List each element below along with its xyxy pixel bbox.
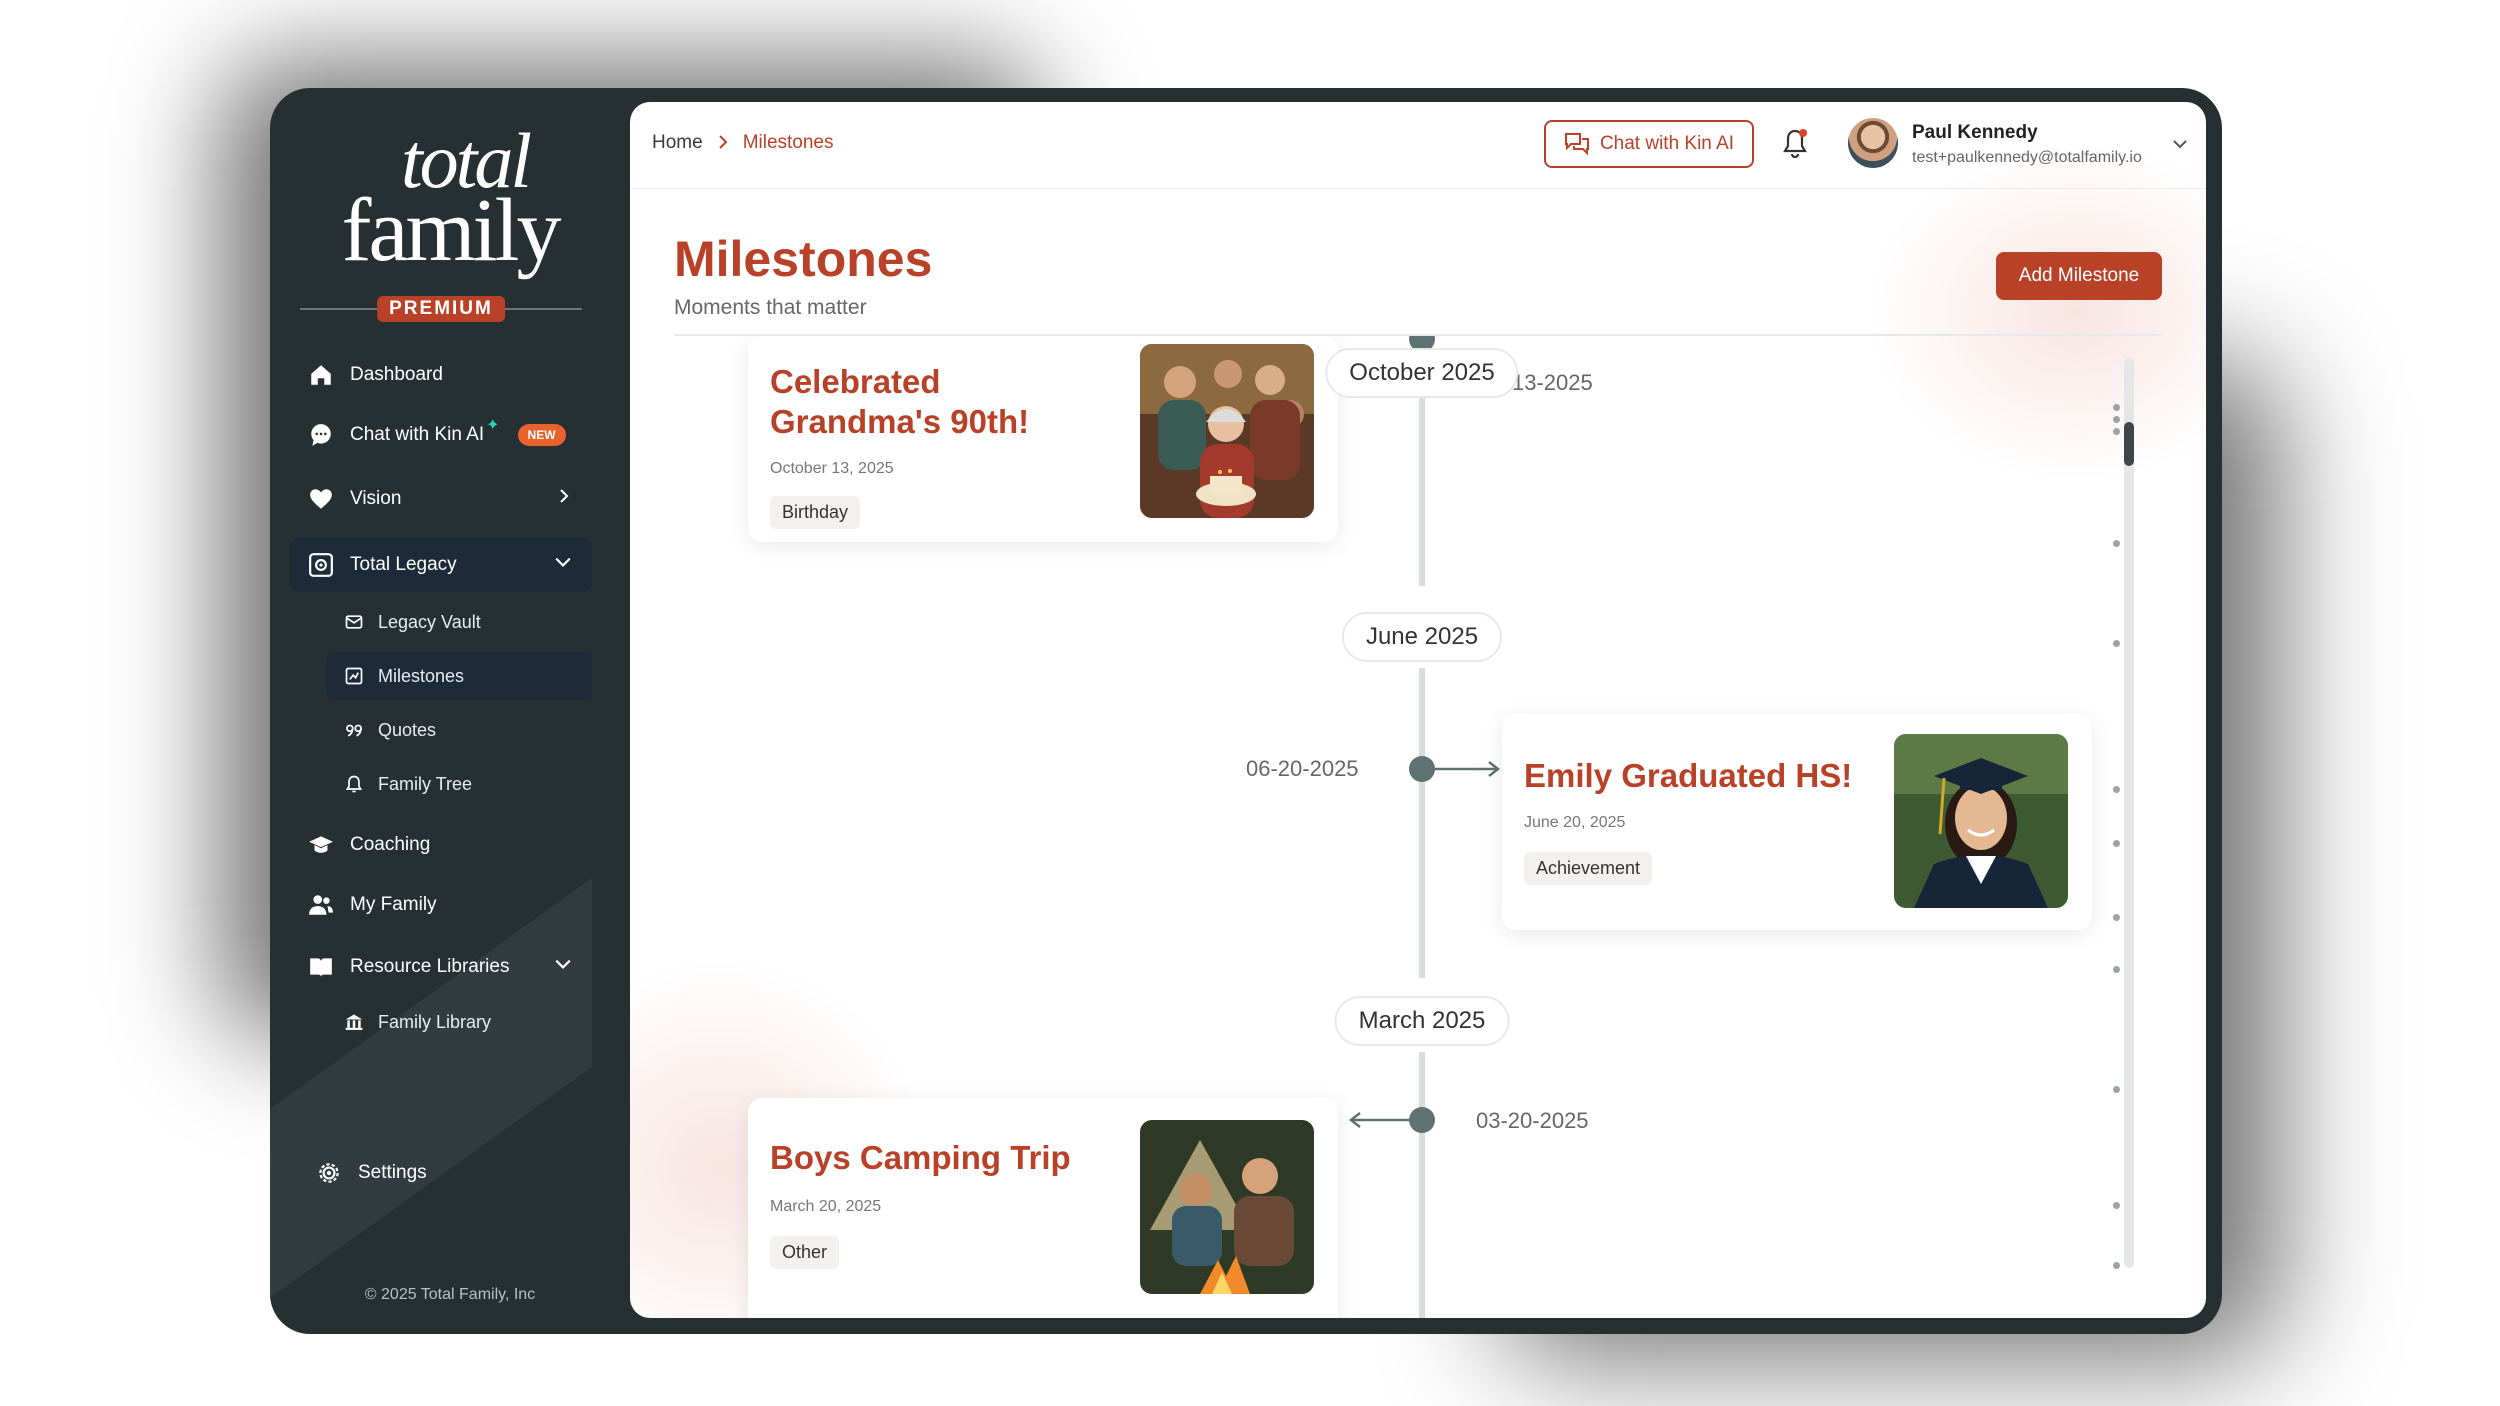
timeline-marker[interactable] xyxy=(2113,1086,2120,1093)
milestone-photo[interactable] xyxy=(1140,1120,1314,1294)
users-icon xyxy=(306,890,336,920)
milestone-tag: Achievement xyxy=(1524,852,1653,885)
gear-icon xyxy=(314,1158,344,1188)
sidebar-item-resource-libraries[interactable]: Resource Libraries xyxy=(290,940,592,994)
timeline-marker[interactable] xyxy=(2113,966,2120,973)
milestone-card[interactable]: Boys Camping Trip March 20, 2025 Other xyxy=(748,1098,1338,1318)
chevron-down-icon xyxy=(554,955,572,979)
sidebar-item-chat-kin-ai[interactable]: Chat with Kin AI ✦ NEW xyxy=(290,408,592,462)
sidebar-item-my-family[interactable]: My Family xyxy=(290,878,592,932)
milestone-title: Emily Graduated HS! xyxy=(1524,757,1853,794)
sidebar-item-vision[interactable]: Vision xyxy=(290,472,592,526)
sidebar-subitem-family-tree[interactable]: Family Tree xyxy=(326,760,592,808)
chevron-right-icon xyxy=(717,133,729,154)
chevron-down-icon xyxy=(554,553,572,577)
breadcrumb-home[interactable]: Home xyxy=(652,132,703,154)
timeline-marker[interactable] xyxy=(2113,1202,2120,1209)
timeline-marker[interactable] xyxy=(2113,404,2120,411)
timeline-marker[interactable] xyxy=(2113,1262,2120,1269)
timeline-marker[interactable] xyxy=(2113,786,2120,793)
chat-icon xyxy=(1564,132,1590,156)
timeline-marker[interactable] xyxy=(2113,640,2120,647)
month-label: March 2025 xyxy=(1334,996,1510,1046)
arrow-left-icon xyxy=(1348,1112,1412,1128)
vault-icon xyxy=(306,550,336,580)
page-title: Milestones xyxy=(674,231,933,287)
sidebar-item-total-legacy[interactable]: Total Legacy xyxy=(290,538,592,592)
milestone-icon xyxy=(342,664,366,688)
user-email: test+paulkennedy@totalfamily.io xyxy=(1912,149,2142,166)
app-window: total family PREMIUM Dashboard Chat with… xyxy=(270,88,2222,1334)
chevron-right-icon xyxy=(556,488,572,510)
timeline-marker[interactable] xyxy=(2113,416,2120,423)
sidebar-item-dashboard[interactable]: Dashboard xyxy=(290,348,592,402)
sidebar-subitem-milestones[interactable]: Milestones xyxy=(326,652,592,700)
quote-icon xyxy=(342,718,366,742)
timeline-node[interactable] xyxy=(1409,756,1435,782)
user-name: Paul Kennedy xyxy=(1912,122,2038,143)
timeline-marker[interactable] xyxy=(2113,840,2120,847)
avatar[interactable] xyxy=(1848,118,1898,168)
timeline-node[interactable] xyxy=(1409,1107,1435,1133)
milestone-tag: Birthday xyxy=(770,496,861,529)
milestone-date-short: 13-2025 xyxy=(1512,370,1593,395)
milestone-title: Boys Camping Trip xyxy=(770,1139,1071,1176)
milestone-timeline[interactable]: 13-2025 Celebrated Grandma's 90th! Octob… xyxy=(630,336,2130,1318)
building-icon xyxy=(342,1010,366,1034)
milestone-card[interactable]: Emily Graduated HS! June 20, 2025 Achiev… xyxy=(1502,714,2092,930)
total-family-logo[interactable]: total family xyxy=(270,122,630,276)
sidebar: total family PREMIUM Dashboard Chat with… xyxy=(270,88,630,1334)
top-bar: Home Milestones Chat with Kin AI Paul Ke… xyxy=(630,102,2206,189)
copyright-text: © 2025 Total Family, Inc xyxy=(364,1286,536,1303)
new-badge: NEW xyxy=(517,424,566,446)
timeline-marker[interactable] xyxy=(2113,540,2120,547)
sidebar-item-coaching[interactable]: Coaching xyxy=(290,818,592,872)
chat-kin-ai-button[interactable]: Chat with Kin AI xyxy=(1544,120,1754,168)
milestone-photo[interactable] xyxy=(1140,344,1314,518)
book-icon xyxy=(306,952,336,982)
timeline-line xyxy=(1419,1052,1425,1318)
sidebar-subitem-family-library[interactable]: Family Library xyxy=(326,998,592,1046)
sidebar-subitem-legacy-vault[interactable]: Legacy Vault xyxy=(326,598,592,646)
month-label: June 2025 xyxy=(1341,612,1503,662)
sparkle-icon: ✦ xyxy=(486,417,500,434)
home-icon xyxy=(306,360,336,390)
milestone-date: October 13, 2025 xyxy=(770,460,894,477)
envelope-icon xyxy=(342,610,366,634)
premium-badge: PREMIUM xyxy=(377,296,505,322)
page-subtitle: Moments that matter xyxy=(674,296,867,319)
user-menu-chevron-icon[interactable] xyxy=(2172,136,2188,157)
premium-divider: PREMIUM xyxy=(300,296,582,322)
scrollbar-thumb[interactable] xyxy=(2124,422,2134,466)
notification-bell-icon[interactable] xyxy=(1780,128,1810,165)
sidebar-item-settings[interactable]: Settings xyxy=(290,1146,592,1200)
month-label: October 2025 xyxy=(1325,348,1519,398)
scrollbar-track[interactable] xyxy=(2124,358,2134,1268)
timeline-line xyxy=(1419,668,1425,978)
sidebar-subitem-quotes[interactable]: Quotes xyxy=(326,706,592,754)
timeline-marker[interactable] xyxy=(2113,428,2120,435)
chat-bubble-icon xyxy=(306,420,336,450)
milestone-date-short: 06-20-2025 xyxy=(1246,756,1359,781)
breadcrumb: Home Milestones xyxy=(652,132,834,154)
milestone-photo[interactable] xyxy=(1894,734,2068,908)
milestone-title: Celebrated Grandma's 90th! xyxy=(770,363,1030,440)
bell-tree-icon xyxy=(342,772,366,796)
milestone-date: June 20, 2025 xyxy=(1524,814,1626,831)
breadcrumb-current: Milestones xyxy=(742,132,834,153)
graduation-cap-icon xyxy=(306,830,336,860)
milestone-card[interactable]: Celebrated Grandma's 90th! October 13, 2… xyxy=(748,336,1338,542)
main-content: Home Milestones Chat with Kin AI Paul Ke… xyxy=(630,102,2206,1318)
milestone-tag: Other xyxy=(770,1236,840,1269)
arrow-right-icon xyxy=(1435,761,1501,777)
milestone-date-short: 03-20-2025 xyxy=(1476,1108,1589,1133)
heart-icon xyxy=(306,484,336,514)
milestone-date: March 20, 2025 xyxy=(770,1198,882,1215)
add-milestone-button[interactable]: Add Milestone xyxy=(1996,252,2162,300)
timeline-marker[interactable] xyxy=(2113,914,2120,921)
